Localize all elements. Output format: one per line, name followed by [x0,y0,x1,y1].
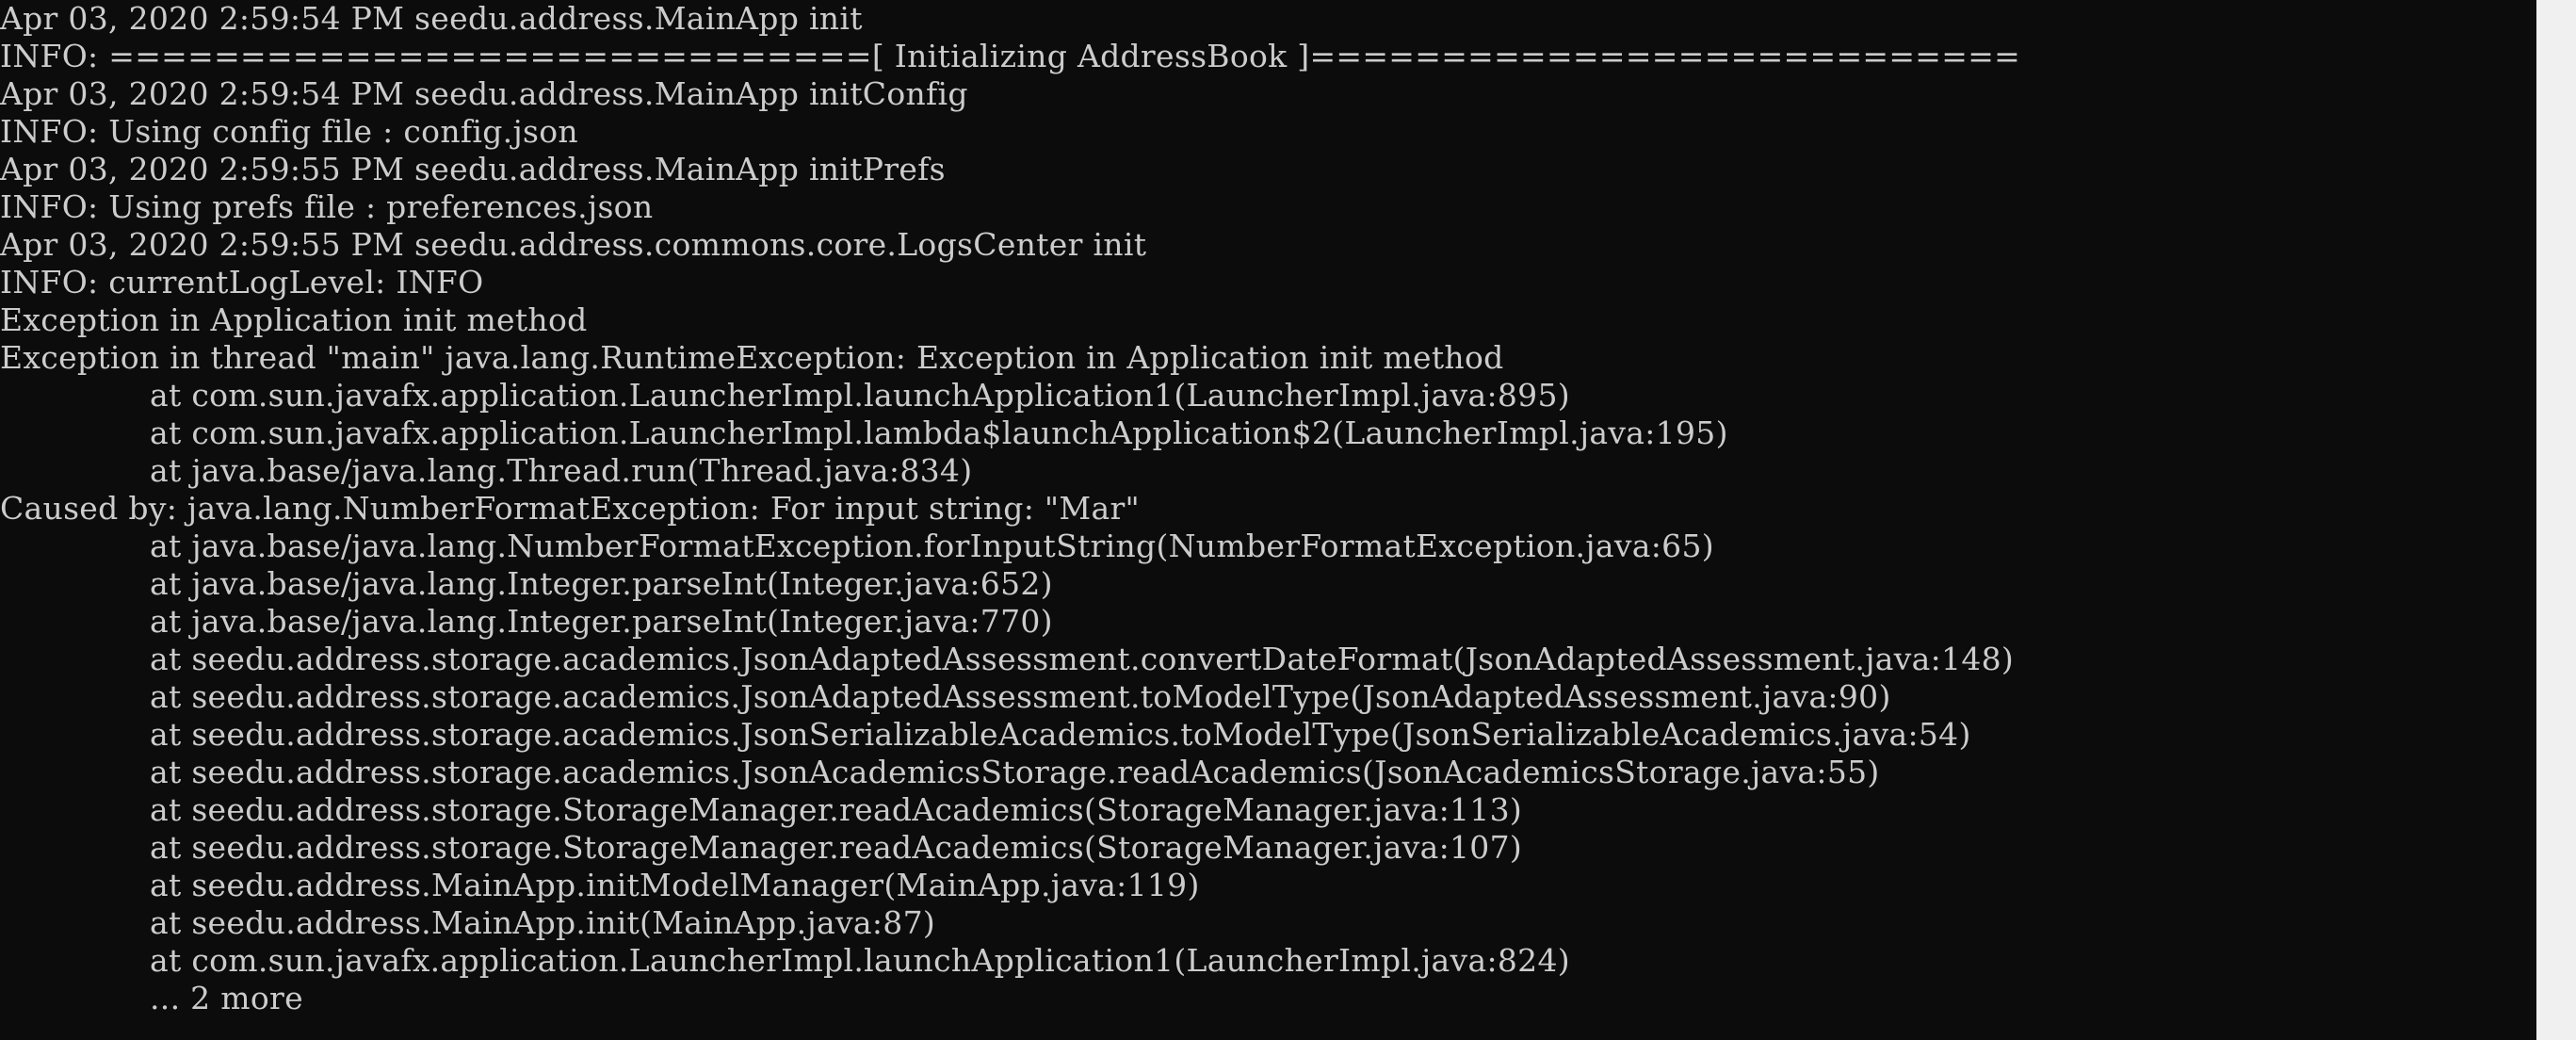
console-line: at com.sun.javafx.application.LauncherIm… [150,942,1570,979]
console-line: at seedu.address.storage.StorageManager.… [150,829,1523,866]
console-line: at java.base/java.lang.Integer.parseInt(… [150,603,1053,640]
console-line: at seedu.address.MainApp.initModelManage… [150,867,1200,903]
console-line: at seedu.address.storage.academics.JsonS… [150,716,1971,753]
console-line: INFO: Using prefs file : preferences.jso… [0,188,654,225]
console-line: Apr 03, 2020 2:59:55 PM seedu.address.Ma… [0,151,946,187]
scrollbar[interactable] [2536,0,2576,1040]
console-line: at java.base/java.lang.Integer.parseInt(… [150,565,1053,602]
console-line: at java.base/java.lang.Thread.run(Thread… [150,452,973,489]
console-line: at com.sun.javafx.application.LauncherIm… [150,377,1570,414]
console-line: Caused by: java.lang.NumberFormatExcepti… [0,490,1141,527]
console-line: ... 2 more [150,980,303,1016]
console-line: INFO: currentLogLevel: INFO [0,264,484,301]
console-line: at seedu.address.storage.StorageManager.… [150,791,1523,828]
console-line: at seedu.address.storage.academics.JsonA… [150,678,1891,715]
console-line: Apr 03, 2020 2:59:54 PM seedu.address.Ma… [0,75,968,112]
console-line: at com.sun.javafx.application.LauncherIm… [150,414,1728,451]
console-line: Exception in thread "main" java.lang.Run… [0,339,1504,376]
console-output[interactable]: Apr 03, 2020 2:59:54 PM seedu.address.Ma… [0,0,2535,1040]
console-line: Apr 03, 2020 2:59:55 PM seedu.address.co… [0,226,1147,263]
console-line: Apr 03, 2020 2:59:54 PM seedu.address.Ma… [0,0,863,37]
console-line: at seedu.address.storage.academics.JsonA… [150,754,1880,790]
console-line: at seedu.address.storage.academics.JsonA… [150,641,2015,677]
console-line: INFO: =============================[ Ini… [0,38,2021,74]
console-window: Apr 03, 2020 2:59:54 PM seedu.address.Ma… [0,0,2576,1040]
console-line: at java.base/java.lang.NumberFormatExcep… [150,528,1714,564]
console-line: INFO: Using config file : config.json [0,113,578,150]
console-line: at seedu.address.MainApp.init(MainApp.ja… [150,904,936,941]
console-line: Exception in Application init method [0,301,588,338]
